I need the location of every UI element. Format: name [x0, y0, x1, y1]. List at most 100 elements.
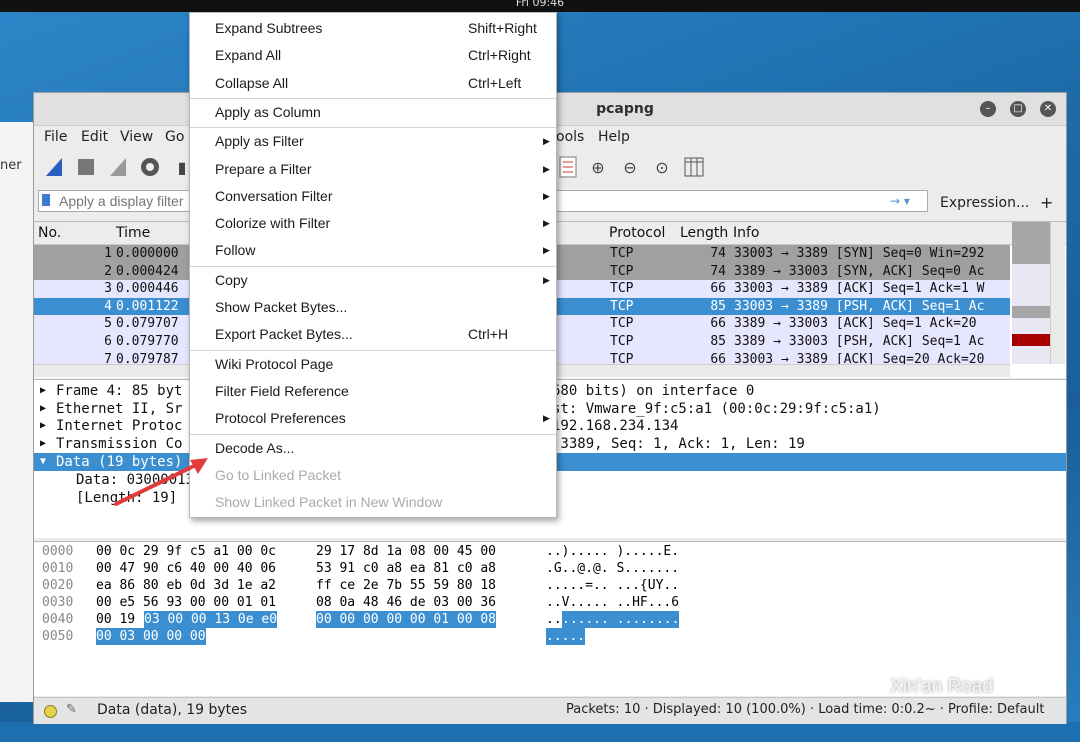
packet-minimap[interactable] [1012, 222, 1050, 364]
expand-triangle-icon[interactable]: ▶ [40, 382, 46, 400]
packet-row-no: 5 [104, 316, 112, 332]
menu-file[interactable]: File [44, 129, 67, 145]
menu-item-label: Collapse All [215, 74, 289, 91]
coloring-rules-icon[interactable] [556, 155, 580, 179]
menu-item-copy[interactable]: Copy ▶ [190, 267, 556, 294]
maximize-icon[interactable]: □ [1010, 101, 1026, 117]
coloring-rules-icon-svg [559, 156, 577, 178]
packet-row-length: 74 [710, 246, 726, 261]
capture-options-icon[interactable] [138, 155, 162, 179]
menu-item-decode-as[interactable]: Decode As... [190, 435, 556, 462]
restart-capture-icon[interactable] [106, 155, 130, 179]
packet-row-time: 0.000446 [116, 281, 179, 297]
bytes-row[interactable]: 0020 ea 86 80 eb 0d 3d 1e a2 ff ce 2e 7b 5… [34, 577, 1066, 594]
zoom-out-icon[interactable]: ⊖ [618, 155, 642, 179]
expand-triangle-icon[interactable]: ▶ [40, 417, 46, 435]
packet-row-info: 33003 → 3389 [PSH, ACK] Seq=1 Ac [734, 298, 985, 314]
edit-comment-icon[interactable]: ✎ [66, 702, 77, 717]
col-info[interactable]: Info [733, 225, 760, 241]
menu-item-expand-subtrees[interactable]: Expand Subtrees Shift+Right [190, 15, 556, 42]
menu-item-apply-as-column[interactable]: Apply as Column [190, 99, 556, 126]
menu-item-colorize-with-filter[interactable]: Colorize with Filter ▶ [190, 210, 556, 237]
bytes-row[interactable]: 0010 00 47 90 c6 40 00 40 06 53 91 c0 a8 e… [34, 560, 1066, 577]
bookmark-icon[interactable] [42, 194, 50, 206]
submenu-arrow-icon: ▶ [543, 190, 550, 201]
menu-item-label: Export Packet Bytes... [215, 326, 353, 343]
zoom-in-icon[interactable]: ⊕ [586, 155, 610, 179]
menu-item-conversation-filter[interactable]: Conversation Filter ▶ [190, 183, 556, 210]
packet-row-no: 4 [104, 298, 112, 314]
menu-item-label: Wiki Protocol Page [215, 355, 334, 372]
stop-capture-icon[interactable] [74, 155, 98, 179]
menu-item-label: Show Packet Bytes... [215, 299, 348, 315]
menu-go[interactable]: Go [165, 129, 184, 145]
col-no[interactable]: No. [38, 225, 61, 241]
menu-item-show-packet-bytes[interactable]: Show Packet Bytes... [190, 294, 556, 321]
packet-row-time: 0.001122 [116, 298, 179, 314]
packet-row-info: 33003 → 3389 [SYN] Seq=0 Win=292 [734, 246, 985, 261]
menu-item-export-packet-bytes[interactable]: Export Packet Bytes... Ctrl+H [190, 321, 556, 348]
menu-item-follow[interactable]: Follow ▶ [190, 237, 556, 264]
status-bar: ✎ Data (data), 19 bytes Packets: 10 · Di… [34, 697, 1066, 724]
expand-triangle-icon[interactable]: ▶ [40, 400, 46, 418]
add-filter-button[interactable]: + [1040, 193, 1053, 212]
packet-row-length: 66 [710, 316, 726, 332]
expert-info-icon[interactable] [44, 705, 57, 718]
packet-bytes: 0000 00 0c 29 9f c5 a1 00 0c 29 17 8d 1a 0… [34, 541, 1066, 696]
resize-columns-icon-svg [684, 157, 704, 177]
menu-view[interactable]: View [120, 129, 153, 145]
menu-item-apply-as-filter[interactable]: Apply as Filter ▶ [190, 128, 556, 155]
expand-triangle-icon[interactable]: ▶ [40, 435, 46, 453]
menu-item-collapse-all[interactable]: Collapse All Ctrl+Left [190, 70, 556, 97]
red-annotation-arrow [114, 458, 208, 506]
menu-item-label: Follow [215, 242, 256, 259]
shark-fin-start-icon[interactable] [42, 155, 66, 179]
bytes-row[interactable]: 0040 00 19 03 00 00 13 0e e0 00 00 00 00 0… [34, 611, 1066, 628]
submenu-arrow-icon: ▶ [543, 218, 550, 229]
menu-item-filter-field-reference[interactable]: Filter Field Reference [190, 378, 556, 405]
menu-tools[interactable]: ools [556, 129, 584, 145]
collapse-triangle-icon[interactable]: ▼ [40, 453, 46, 471]
bytes-row[interactable]: 0030 00 e5 56 93 00 00 01 01 08 0a 48 46 d… [34, 594, 1066, 611]
apply-filter-arrow-icon[interactable]: → ▾ [890, 194, 910, 208]
menu-item-label: Filter Field Reference [215, 382, 349, 399]
zoom-reset-icon[interactable]: ⊙ [650, 155, 674, 179]
menu-item-expand-all[interactable]: Expand All Ctrl+Right [190, 42, 556, 69]
packet-row-length: 85 [710, 298, 726, 314]
bytes-row[interactable]: 0050 00 03 00 00 00..... [34, 628, 1066, 645]
menu-item-go-to-linked-packet: Go to Linked Packet [190, 462, 556, 489]
packet-row-protocol: TCP [610, 246, 634, 261]
menu-help[interactable]: Help [598, 129, 630, 145]
top-panel: Fri 09:46 [0, 0, 1080, 12]
packet-row-length: 74 [710, 263, 726, 279]
menu-item-label: Decode As... [215, 439, 295, 456]
restart-capture-icon-svg [110, 158, 126, 176]
stop-capture-icon-svg [78, 159, 94, 175]
menu-edit[interactable]: Edit [81, 129, 108, 145]
menu-item-wiki-protocol-page[interactable]: Wiki Protocol Page [190, 351, 556, 378]
resize-columns-icon[interactable] [682, 155, 706, 179]
expression-button[interactable]: Expression... [940, 195, 1029, 211]
packet-list-vscroll[interactable] [1050, 222, 1065, 364]
packet-row-time: 0.079707 [116, 316, 179, 332]
menu-item-protocol-preferences[interactable]: Protocol Preferences ▶ [190, 405, 556, 432]
status-field-info: Data (data), 19 bytes [97, 702, 248, 718]
col-length[interactable]: Length [680, 225, 728, 241]
menu-item-prepare-a-filter[interactable]: Prepare a Filter ▶ [190, 156, 556, 183]
menu-item-label: Prepare a Filter [215, 160, 312, 177]
close-icon[interactable]: ✕ [1040, 101, 1056, 117]
packet-row-protocol: TCP [610, 281, 634, 297]
packet-row-time: 0.000000 [116, 246, 179, 261]
col-protocol[interactable]: Protocol [609, 225, 665, 241]
menu-item-show-linked-packet-in-new-window: Show Linked Packet in New Window [190, 489, 556, 516]
menu-item-label: Go to Linked Packet [215, 466, 342, 483]
submenu-arrow-icon: ▶ [543, 413, 550, 424]
col-time[interactable]: Time [116, 225, 150, 241]
minimize-icon[interactable]: – [980, 101, 996, 117]
menu-item-label: Copy [215, 271, 248, 288]
clock: Fri 09:46 [515, 0, 565, 9]
bytes-row[interactable]: 0000 00 0c 29 9f c5 a1 00 0c 29 17 8d 1a 0… [34, 543, 1066, 560]
menu-item-shortcut: Ctrl+Right [468, 47, 531, 64]
packet-row-time: 0.079770 [116, 334, 179, 349]
background-window[interactable]: ner [0, 122, 34, 702]
